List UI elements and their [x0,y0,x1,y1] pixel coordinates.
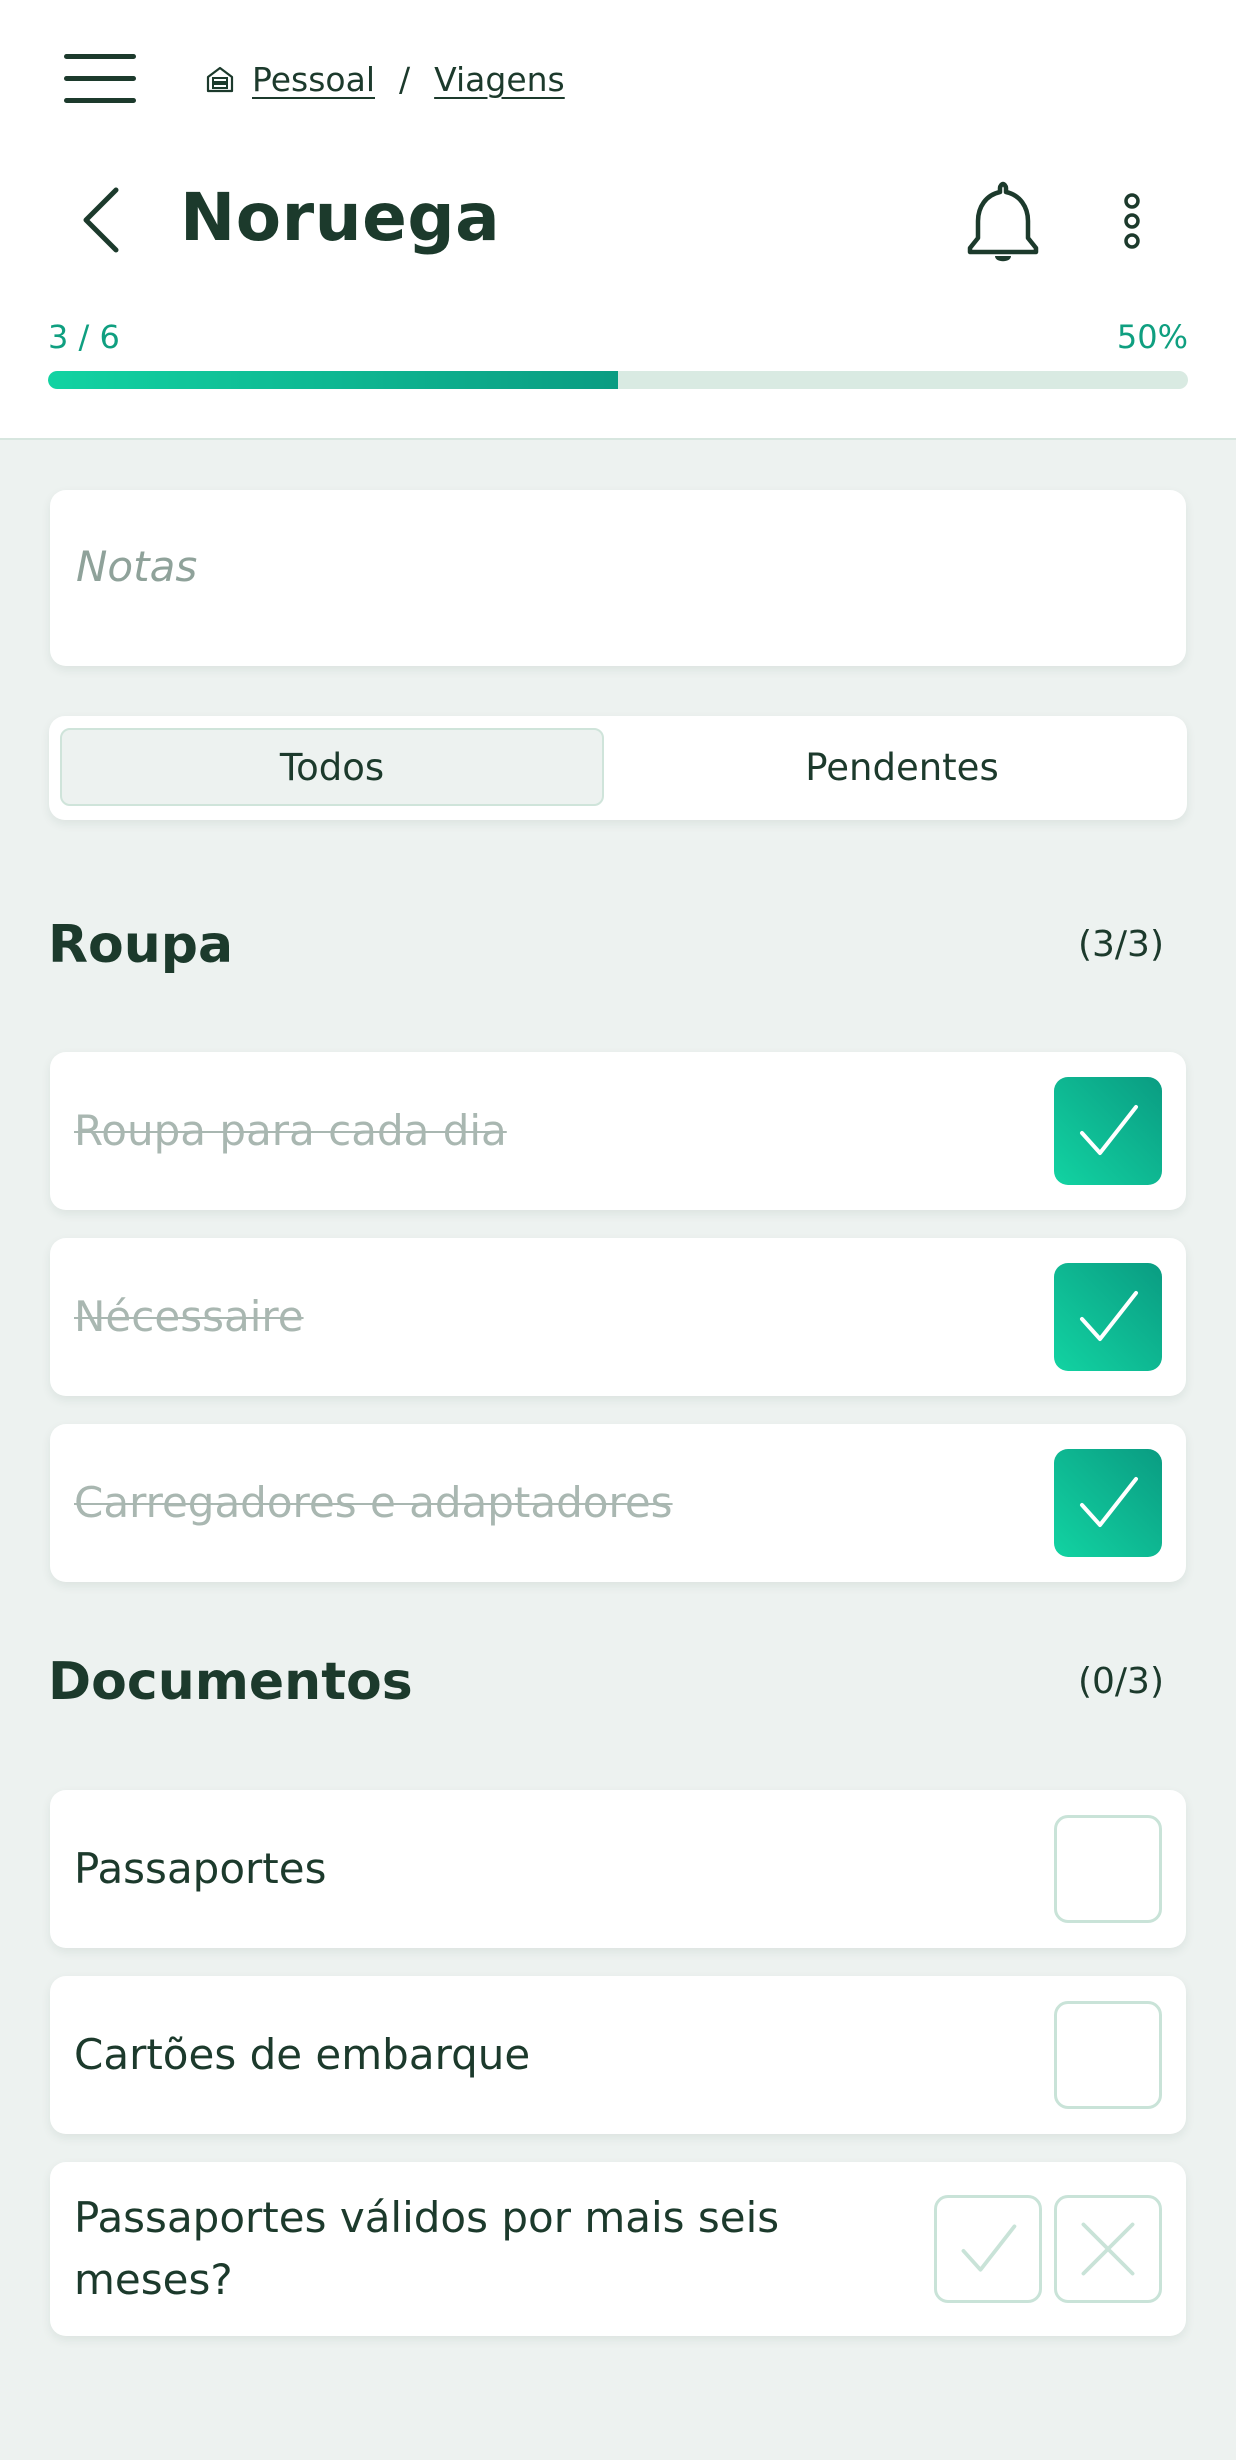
list-item: Roupa para cada dia [50,1052,1186,1210]
breadcrumb-link-viagens[interactable]: Viagens [434,60,565,99]
list-item: Cartões de embarque [50,1976,1186,2134]
filter-tabs: Todos Pendentes [49,716,1187,820]
breadcrumb: Pessoal / Viagens [204,55,565,103]
item-checkbox-checked[interactable] [1054,1263,1162,1371]
chevron-left-icon [83,187,119,253]
section-count-documentos: (0/3) [1077,1661,1164,1702]
hamburger-line [64,98,136,103]
item-label: Roupa para cada dia [74,1106,507,1155]
item-label: Nécessaire [74,1292,304,1341]
list-item-yes-no: Passaportes válidos por mais seis meses? [50,2162,1186,2336]
progress-count: 3 / 6 [48,318,120,356]
progress-bar-fill [48,371,618,389]
check-icon [1080,1477,1138,1527]
house-icon [206,66,234,93]
check-icon [961,2224,1017,2272]
check-icon [1080,1105,1138,1155]
hamburger-line [64,76,136,81]
breadcrumb-separator: / [399,59,411,99]
notes-input[interactable] [74,530,1158,602]
item-checkbox-checked[interactable] [1054,1449,1162,1557]
tab-todos[interactable]: Todos [60,728,604,806]
item-label: Carregadores e adaptadores [74,1478,673,1527]
section-title-documentos: Documentos [48,1652,413,1712]
hamburger-menu-icon [64,54,136,59]
no-button[interactable] [1054,2195,1162,2303]
list-item: Passaportes [50,1790,1186,1948]
notifications-button[interactable] [958,176,1048,272]
item-label: Passaportes válidos por mais seis meses? [74,2193,780,2304]
bell-icon [967,181,1039,262]
vertical-dots-icon [1124,193,1140,249]
list-item: Nécessaire [50,1238,1186,1396]
item-checkbox-checked[interactable] [1054,1077,1162,1185]
list-item: Carregadores e adaptadores [50,1424,1186,1582]
page-title: Noruega [180,179,501,256]
app-header: Pessoal / Viagens Noruega 3 / 6 50% [0,0,1236,440]
item-label: Cartões de embarque [74,2030,531,2079]
menu-button[interactable] [56,48,144,108]
notes-card [50,490,1186,666]
tab-pendentes[interactable]: Pendentes [630,728,1174,806]
section-title-roupa: Roupa [48,915,234,975]
progress-bar [48,371,1188,389]
more-options-button[interactable] [1106,186,1158,266]
breadcrumb-link-pessoal[interactable]: Pessoal [252,60,375,99]
section-count-roupa: (3/3) [1077,924,1164,965]
back-button[interactable] [66,180,138,260]
progress-percent: 50% [1116,318,1188,356]
item-label: Passaportes [74,1844,327,1893]
item-checkbox-unchecked[interactable] [1054,2001,1162,2109]
check-icon [1080,1291,1138,1341]
x-icon [1081,2222,1135,2276]
yes-button[interactable] [934,2195,1042,2303]
item-checkbox-unchecked[interactable] [1054,1815,1162,1923]
